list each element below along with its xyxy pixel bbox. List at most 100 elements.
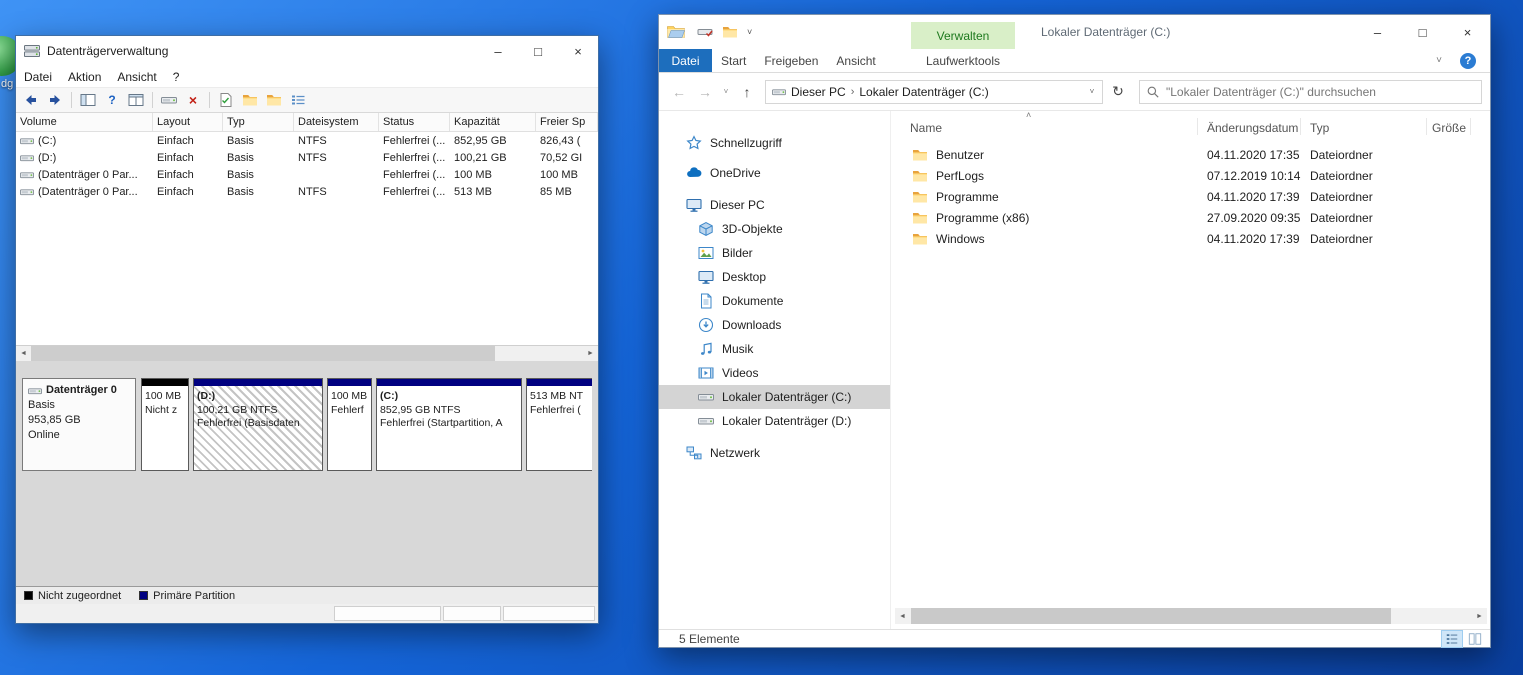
back-button[interactable]: ← (667, 80, 691, 104)
column-header-volume[interactable]: Volume (16, 113, 153, 131)
delete-volume-button[interactable]: × (182, 89, 204, 111)
scroll-left-icon[interactable]: ◄ (895, 608, 910, 624)
legend-primary-partition: Primäre Partition (139, 590, 235, 602)
column-header-typ[interactable]: Typ (1310, 121, 1329, 135)
file-row-programme[interactable]: Programme 04.11.2020 17:39 Dateiordner (892, 187, 1490, 208)
column-header-dateisystem[interactable]: Dateisystem (294, 113, 379, 131)
column-separator[interactable] (1470, 118, 1471, 135)
column-header-layout[interactable]: Layout (153, 113, 223, 131)
column-header-status[interactable]: Status (379, 113, 450, 131)
scroll-right-icon[interactable]: ► (1472, 608, 1487, 624)
scroll-left-icon[interactable]: ◄ (16, 346, 31, 361)
tab-ansicht[interactable]: Ansicht (827, 49, 884, 72)
forward-button[interactable]: → (693, 80, 717, 104)
address-dropdown-icon[interactable]: ˅ (1084, 87, 1100, 96)
column-header-typ[interactable]: Typ (223, 113, 294, 131)
volume-row[interactable]: (D:) Einfach Basis NTFS Fehlerfrei (... … (16, 149, 598, 166)
partition-unallocated[interactable]: 100 MB Nicht z (141, 378, 189, 471)
forward-button[interactable] (44, 89, 66, 111)
column-header-name[interactable]: Name (910, 121, 942, 135)
column-header-kapazitaet[interactable]: Kapazität (450, 113, 536, 131)
up-button[interactable]: ↑ (735, 80, 759, 104)
help-icon[interactable]: ? (1460, 53, 1476, 69)
breadcrumb-separator-icon[interactable]: › (851, 86, 855, 98)
console-tree-button[interactable] (77, 89, 99, 111)
panes-button[interactable] (125, 89, 147, 111)
refresh-button[interactable]: ↻ (1105, 80, 1131, 104)
disk-info-box[interactable]: Datenträger 0 Basis 953,85 GB Online (22, 378, 136, 471)
tab-datei[interactable]: Datei (659, 49, 712, 72)
volume-row[interactable]: (Datenträger 0 Par... Einfach Basis Fehl… (16, 166, 598, 183)
maximize-button[interactable]: □ (518, 36, 558, 66)
menu-datei[interactable]: Datei (16, 66, 60, 87)
sidebar-item-videos[interactable]: Videos (659, 361, 890, 385)
tab-start[interactable]: Start (712, 49, 755, 72)
maximize-button[interactable]: □ (1400, 15, 1445, 49)
sidebar-item-drive-c[interactable]: Lokaler Datenträger (C:) (659, 385, 890, 409)
column-header-freier-speicher[interactable]: Freier Sp (536, 113, 598, 131)
breadcrumb-current[interactable]: Lokaler Datenträger (C:) (859, 85, 988, 99)
address-bar[interactable]: Dieser PC › Lokaler Datenträger (C:) ˅ (765, 79, 1103, 104)
file-row-windows[interactable]: Windows 04.11.2020 17:39 Dateiordner (892, 229, 1490, 250)
menu-hilfe[interactable]: ? (165, 66, 188, 87)
search-input[interactable] (1166, 84, 1475, 99)
view-options-button[interactable] (287, 89, 309, 111)
horizontal-scrollbar[interactable]: ◄ ► (895, 608, 1487, 624)
sidebar-item-dieser-pc[interactable]: Dieser PC (659, 193, 890, 217)
partition-c[interactable]: (C:) 852,95 GB NTFS Fehlerfrei (Startpar… (376, 378, 522, 471)
minimize-button[interactable]: – (1355, 15, 1400, 49)
sidebar-item-3d-objekte[interactable]: 3D-Objekte (659, 217, 890, 241)
sidebar-item-musik[interactable]: Musik (659, 337, 890, 361)
check-volume-button[interactable] (215, 89, 237, 111)
sidebar-item-drive-d[interactable]: Lokaler Datenträger (D:) (659, 409, 890, 433)
qat-customize-button[interactable]: ˅ (747, 27, 752, 37)
file-row-perflogs[interactable]: PerfLogs 07.12.2019 10:14 Dateiordner (892, 166, 1490, 187)
sidebar-item-downloads[interactable]: Downloads (659, 313, 890, 337)
details-view-button[interactable] (1441, 629, 1463, 648)
explore-folder-button[interactable] (263, 89, 285, 111)
menu-ansicht[interactable]: Ansicht (109, 66, 164, 87)
scrollbar-thumb[interactable] (911, 608, 1391, 624)
open-folder-button[interactable] (239, 89, 261, 111)
tab-laufwerktools[interactable]: Laufwerktools (911, 49, 1015, 72)
sidebar-item-dokumente[interactable]: Dokumente (659, 289, 890, 313)
qat-properties-button[interactable] (697, 24, 713, 40)
breadcrumb-root[interactable]: Dieser PC (791, 85, 846, 99)
column-separator[interactable] (1426, 118, 1427, 135)
back-button[interactable] (20, 89, 42, 111)
scrollbar-thumb[interactable] (31, 346, 495, 361)
tab-freigeben[interactable]: Freigeben (755, 49, 827, 72)
disk-properties-button[interactable] (158, 89, 180, 111)
horizontal-scrollbar[interactable]: ◄ ► (16, 346, 598, 361)
partition-system[interactable]: 100 MB Fehlerf (327, 378, 372, 471)
close-button[interactable]: × (558, 36, 598, 66)
qat-new-folder-button[interactable] (722, 24, 738, 40)
file-row-benutzer[interactable]: Benutzer 04.11.2020 17:35 Dateiordner (892, 145, 1490, 166)
cell-dateisystem (294, 166, 379, 183)
volume-row[interactable]: (C:) Einfach Basis NTFS Fehlerfrei (... … (16, 132, 598, 149)
volume-row[interactable]: (Datenträger 0 Par... Einfach Basis NTFS… (16, 183, 598, 200)
search-box[interactable] (1139, 79, 1482, 104)
column-separator[interactable] (1197, 118, 1198, 135)
column-header-aenderungsdatum[interactable]: Änderungsdatum (1207, 121, 1298, 135)
partition-d[interactable]: (D:) 100,21 GB NTFS Fehlerfrei (Basisdat… (193, 378, 323, 471)
sidebar-item-quick-access[interactable]: Schnellzugriff (659, 131, 890, 155)
column-header-groesse[interactable]: Größe (1432, 121, 1466, 135)
sidebar-item-bilder[interactable]: Bilder (659, 241, 890, 265)
expand-ribbon-icon[interactable]: ˅ (1436, 49, 1442, 72)
sidebar-item-desktop[interactable]: Desktop (659, 265, 890, 289)
scroll-right-icon[interactable]: ► (583, 346, 598, 361)
close-button[interactable]: × (1445, 15, 1490, 49)
thumbnails-view-button[interactable] (1465, 631, 1485, 647)
minimize-button[interactable]: – (478, 36, 518, 66)
menu-aktion[interactable]: Aktion (60, 66, 109, 87)
recent-locations-icon[interactable]: ˅ (719, 80, 733, 104)
sidebar-item-onedrive[interactable]: OneDrive (659, 161, 890, 185)
column-separator[interactable] (1300, 118, 1301, 135)
disk-size: 953,85 GB (28, 414, 81, 426)
manage-contextual-header[interactable]: Verwalten (911, 22, 1015, 49)
sidebar-item-netzwerk[interactable]: Netzwerk (659, 441, 890, 465)
file-row-programme-x86[interactable]: Programme (x86) 27.09.2020 09:35 Dateior… (892, 208, 1490, 229)
help-button[interactable]: ? (101, 89, 123, 111)
partition-recovery[interactable]: 513 MB NT Fehlerfrei ( (526, 378, 592, 471)
